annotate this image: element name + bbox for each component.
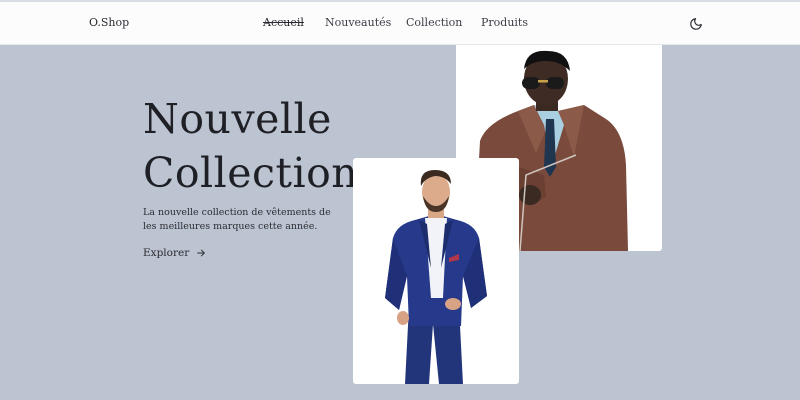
- main-nav: Accueil Nouveautés Collection Produits: [0, 16, 800, 32]
- explore-label: Explorer: [143, 247, 190, 259]
- nav-link-nouveautes[interactable]: Nouveautés: [325, 16, 391, 29]
- moon-icon: [690, 18, 702, 30]
- arrow-right-icon: [197, 249, 206, 257]
- nav-link-collection[interactable]: Collection: [406, 16, 462, 29]
- hero-title-line-1: Nouvelle: [143, 95, 332, 143]
- theme-toggle-button[interactable]: [689, 16, 703, 30]
- hero-title-line-2: Collection: [143, 149, 359, 197]
- product-image-blue-suit[interactable]: [353, 158, 519, 384]
- hero-title: Nouvelle Collection: [143, 92, 358, 200]
- hero-description: La nouvelle collection de vêtements de l…: [143, 207, 331, 232]
- nav-link-produits[interactable]: Produits: [481, 16, 528, 29]
- explore-link[interactable]: Explorer: [143, 247, 206, 259]
- site-header: O.Shop Accueil Nouveautés Collection Pro…: [0, 2, 800, 45]
- man-blue-suit-image: [385, 170, 487, 384]
- nav-link-accueil[interactable]: Accueil: [263, 16, 304, 29]
